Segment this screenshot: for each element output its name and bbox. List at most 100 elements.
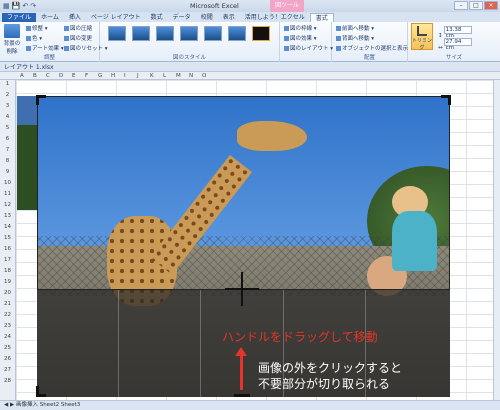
- crop-icon: [417, 26, 427, 36]
- tab-insert[interactable]: 挿入: [64, 13, 86, 22]
- row-header[interactable]: 22: [0, 312, 15, 318]
- row-header[interactable]: 3: [0, 103, 15, 109]
- crop-handle-top-right[interactable]: [448, 95, 451, 105]
- tab-addin[interactable]: 活用しよう！エクセル: [240, 13, 310, 22]
- color-button[interactable]: 色 ▾: [26, 34, 42, 42]
- style-thumb-2[interactable]: [132, 26, 150, 41]
- column-header[interactable]: E: [72, 72, 75, 80]
- row-header[interactable]: 9: [0, 169, 15, 175]
- remove-background-button[interactable]: 背景の 削除: [3, 24, 21, 55]
- row-header[interactable]: 25: [0, 345, 15, 351]
- column-header[interactable]: C: [46, 72, 50, 80]
- column-header[interactable]: L: [163, 72, 166, 80]
- minimize-button[interactable]: –: [454, 1, 468, 10]
- style-thumb-3[interactable]: [156, 26, 174, 41]
- column-header[interactable]: G: [98, 72, 102, 80]
- crop-handle-bottom[interactable]: [234, 394, 250, 397]
- row-header[interactable]: 15: [0, 235, 15, 241]
- artistic-effects-label: アート効果 ▾: [32, 46, 64, 52]
- send-backward-button[interactable]: 背面へ移動 ▾: [336, 34, 374, 42]
- corrections-button[interactable]: 修整 ▾: [26, 24, 48, 32]
- undo-icon[interactable]: ↶: [22, 2, 28, 10]
- crop-handle-bottom-left[interactable]: [36, 394, 46, 397]
- column-header[interactable]: O: [202, 72, 206, 80]
- column-header[interactable]: J: [137, 72, 139, 80]
- tab-review[interactable]: 校閲: [196, 13, 218, 22]
- row-header[interactable]: 14: [0, 224, 15, 230]
- row-header[interactable]: 28: [0, 378, 15, 384]
- row-header[interactable]: 12: [0, 202, 15, 208]
- redo-icon[interactable]: ↷: [30, 2, 36, 10]
- height-value[interactable]: 13.38 cm: [443, 26, 472, 39]
- column-header[interactable]: N: [189, 72, 193, 80]
- tab-page-layout[interactable]: ページ レイアウト: [86, 13, 146, 22]
- row-header[interactable]: 21: [0, 301, 15, 307]
- tab-file[interactable]: ファイル: [2, 13, 37, 22]
- row-header[interactable]: 20: [0, 290, 15, 296]
- crop-button[interactable]: トリミング: [411, 23, 433, 51]
- row-header[interactable]: 11: [0, 191, 15, 197]
- tab-format[interactable]: 書式: [309, 13, 334, 22]
- column-header[interactable]: D: [59, 72, 63, 80]
- tab-view[interactable]: 表示: [218, 13, 240, 22]
- row-header[interactable]: 7: [0, 147, 15, 153]
- sheet-tabs[interactable]: ◀ ▶ 画像挿入 Sheet2 Sheet3: [0, 400, 500, 410]
- remove-background-icon: [4, 24, 20, 38]
- photo-left-tree: [17, 125, 37, 210]
- grid-line: [200, 290, 201, 397]
- compress-pictures-button[interactable]: 図の圧縮: [64, 24, 92, 32]
- row-header[interactable]: 26: [0, 356, 15, 362]
- column-header[interactable]: H: [111, 72, 115, 80]
- row-header[interactable]: 6: [0, 136, 15, 142]
- close-button[interactable]: ×: [484, 1, 498, 10]
- ribbon-tabs: ファイル ホーム 挿入 ページ レイアウト 数式 データ 校閲 表示 活用しよう…: [0, 12, 500, 22]
- width-field[interactable]: ↔27.94 cm: [438, 38, 472, 51]
- save-icon[interactable]: 💾: [12, 2, 21, 10]
- bring-forward-button[interactable]: 前面へ移動 ▾: [336, 24, 374, 32]
- row-header[interactable]: 8: [0, 158, 15, 164]
- change-picture-button[interactable]: 図の変更: [64, 34, 92, 42]
- tab-home[interactable]: ホーム: [36, 13, 64, 22]
- row-header[interactable]: 1: [0, 81, 15, 87]
- vertical-scrollbar[interactable]: [493, 80, 500, 400]
- column-header[interactable]: M: [176, 72, 181, 80]
- column-header[interactable]: F: [85, 72, 88, 80]
- column-header[interactable]: A: [20, 72, 24, 80]
- row-header[interactable]: 18: [0, 268, 15, 274]
- crop-frame[interactable]: [37, 96, 450, 290]
- artistic-effects-button[interactable]: アート効果 ▾: [26, 44, 64, 52]
- row-header[interactable]: 16: [0, 246, 15, 252]
- row-header[interactable]: 13: [0, 213, 15, 219]
- row-header[interactable]: 27: [0, 367, 15, 373]
- tab-data[interactable]: データ: [168, 13, 196, 22]
- picture-effects-button[interactable]: 図の効果 ▾: [284, 34, 317, 42]
- row-header[interactable]: 17: [0, 257, 15, 263]
- column-header[interactable]: I: [124, 72, 126, 80]
- style-thumb-6[interactable]: [228, 26, 246, 41]
- style-thumb-1[interactable]: [108, 26, 126, 41]
- column-headers: A B C D E F G H I J K L M N O: [0, 72, 500, 80]
- row-header[interactable]: 24: [0, 334, 15, 340]
- window-title: Microsoft Excel: [190, 2, 239, 10]
- picture-layout-icon: [284, 46, 289, 51]
- width-value[interactable]: 27.94 cm: [443, 38, 472, 51]
- row-header[interactable]: 10: [0, 180, 15, 186]
- row-header[interactable]: 19: [0, 279, 15, 285]
- column-header[interactable]: B: [33, 72, 37, 80]
- row-header[interactable]: 5: [0, 125, 15, 131]
- tab-formulas[interactable]: 数式: [146, 13, 168, 22]
- style-thumb-7[interactable]: [252, 26, 270, 41]
- row-header[interactable]: 4: [0, 114, 15, 120]
- row-header[interactable]: 2: [0, 92, 15, 98]
- style-thumb-4[interactable]: [180, 26, 198, 41]
- maximize-button[interactable]: □: [469, 1, 483, 10]
- selection-pane-icon: [336, 46, 341, 51]
- move-cursor-icon[interactable]: [225, 288, 259, 290]
- picture-border-button[interactable]: 図の枠線 ▾: [284, 24, 317, 32]
- column-header[interactable]: K: [150, 72, 154, 80]
- row-header[interactable]: 23: [0, 323, 15, 329]
- style-thumb-5[interactable]: [204, 26, 222, 41]
- crop-handle-top-left[interactable]: [36, 95, 39, 105]
- selection-pane-button[interactable]: オブジェクトの選択と表示: [336, 44, 408, 52]
- picture-layout-button[interactable]: 図のレイアウト ▾: [284, 44, 333, 52]
